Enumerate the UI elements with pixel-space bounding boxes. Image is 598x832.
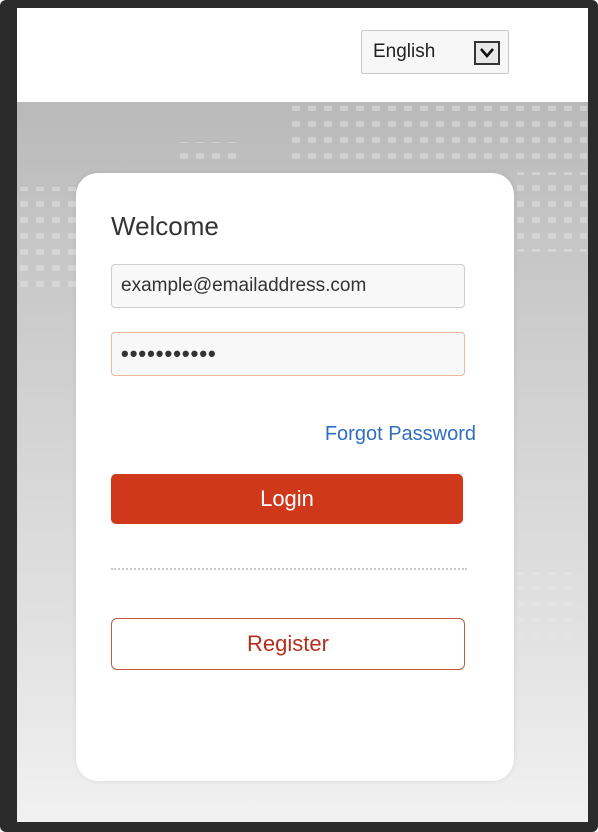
language-selected-value: English xyxy=(373,41,436,62)
login-card: Welcome Forgot Password Login Register xyxy=(76,173,514,781)
register-button[interactable]: Register xyxy=(111,618,465,670)
device-frame: English Welcome example@emailaddress.com… xyxy=(0,0,598,832)
welcome-heading: Welcome xyxy=(111,211,219,241)
language-select[interactable]: English xyxy=(361,30,509,74)
dotted-divider xyxy=(111,568,467,570)
forgot-password-link[interactable]: Forgot Password xyxy=(325,423,476,446)
login-button[interactable]: Login xyxy=(111,474,463,524)
language-dropdown-button[interactable] xyxy=(474,41,500,65)
password-field[interactable] xyxy=(111,332,465,376)
login-screen: English Welcome example@emailaddress.com… xyxy=(17,8,588,822)
top-bar: English xyxy=(17,8,588,102)
email-field[interactable] xyxy=(111,264,465,308)
chevron-down-icon xyxy=(480,48,494,58)
